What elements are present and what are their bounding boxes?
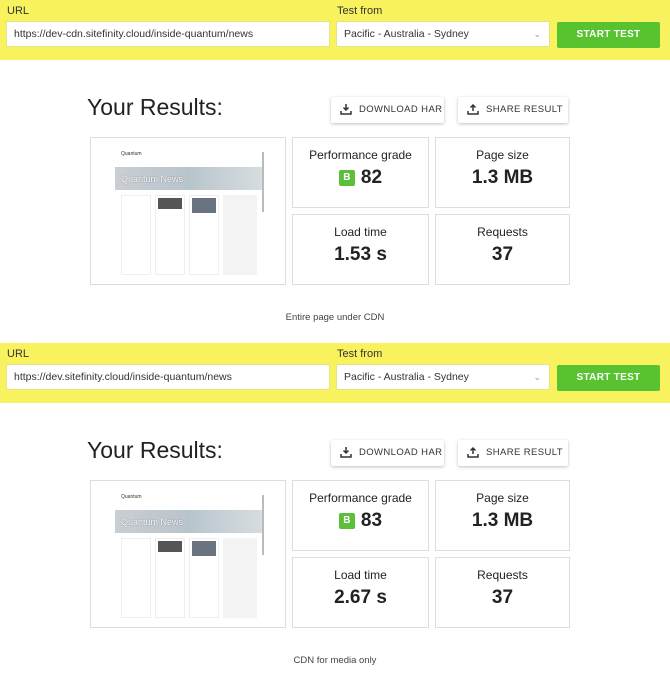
test-from-value: Pacific - Australia - Sydney <box>344 371 469 383</box>
load-time-label: Load time <box>334 225 387 239</box>
performance-score: 82 <box>360 167 383 188</box>
download-icon <box>340 104 352 115</box>
load-time-value: 1.53 s <box>334 244 387 265</box>
url-label: URL <box>7 5 30 17</box>
performance-grade-label: Performance grade <box>309 148 412 162</box>
test-section-media-cdn: URL https://dev.sitefinity.cloud/inside-… <box>0 343 670 690</box>
thumb-brand: Quantum <box>121 151 142 157</box>
test-from-select[interactable]: Pacific - Australia - Sydney ⌄ <box>336 21 550 47</box>
url-label: URL <box>7 348 30 360</box>
results-title: Your Results: <box>87 437 223 463</box>
load-time-label: Load time <box>334 568 387 582</box>
page-size-card: Page size 1.3 MB <box>435 480 570 551</box>
share-icon <box>467 103 479 115</box>
test-from-label: Test from <box>337 348 383 360</box>
load-time-value: 2.67 s <box>334 587 387 608</box>
test-form-band: URL https://dev.sitefinity.cloud/inside-… <box>0 343 670 403</box>
share-icon <box>467 446 479 458</box>
download-icon <box>340 447 352 458</box>
page-size-value: 1.3 MB <box>471 510 534 531</box>
thumb-brand: Quantum <box>121 494 142 500</box>
thumb-title: Quantum News <box>121 517 184 527</box>
grade-badge: B <box>338 513 355 529</box>
page-size-label: Page size <box>476 491 529 505</box>
requests-value: 37 <box>491 244 514 265</box>
result-caption: Entire page under CDN <box>285 312 385 323</box>
share-result-button[interactable]: SHARE RESULT <box>458 97 568 123</box>
page-size-card: Page size 1.3 MB <box>435 137 570 208</box>
performance-score: 83 <box>360 510 383 531</box>
requests-card: Requests 37 <box>435 214 570 285</box>
result-caption: CDN for media only <box>293 655 377 666</box>
requests-label: Requests <box>477 225 528 239</box>
test-section-cdn: URL https://dev-cdn.sitefinity.cloud/ins… <box>0 0 670 343</box>
performance-grade-card: Performance grade B 82 <box>292 137 429 208</box>
performance-grade-label: Performance grade <box>309 491 412 505</box>
share-result-label: SHARE RESULT <box>486 447 563 458</box>
chevron-down-icon: ⌄ <box>533 372 541 382</box>
page-screenshot-thumbnail: Quantum Quantum News <box>90 480 286 628</box>
results-title: Your Results: <box>87 94 223 120</box>
grade-badge: B <box>338 170 355 186</box>
download-har-label: DOWNLOAD HAR <box>359 447 443 458</box>
test-form-band: URL https://dev-cdn.sitefinity.cloud/ins… <box>0 0 670 60</box>
thumb-title: Quantum News <box>121 174 184 184</box>
url-input[interactable]: https://dev-cdn.sitefinity.cloud/inside-… <box>6 21 330 47</box>
chevron-down-icon: ⌄ <box>533 29 541 39</box>
requests-value: 37 <box>491 587 514 608</box>
download-har-button[interactable]: DOWNLOAD HAR <box>331 97 444 123</box>
share-result-label: SHARE RESULT <box>486 104 563 115</box>
test-from-value: Pacific - Australia - Sydney <box>344 28 469 40</box>
requests-card: Requests 37 <box>435 557 570 628</box>
load-time-card: Load time 1.53 s <box>292 214 429 285</box>
page-screenshot-thumbnail: Quantum Quantum News <box>90 137 286 285</box>
requests-label: Requests <box>477 568 528 582</box>
test-from-select[interactable]: Pacific - Australia - Sydney ⌄ <box>336 364 550 390</box>
download-har-button[interactable]: DOWNLOAD HAR <box>331 440 444 466</box>
share-result-button[interactable]: SHARE RESULT <box>458 440 568 466</box>
page-size-value: 1.3 MB <box>471 167 534 188</box>
performance-grade-card: Performance grade B 83 <box>292 480 429 551</box>
page-size-label: Page size <box>476 148 529 162</box>
download-har-label: DOWNLOAD HAR <box>359 104 443 115</box>
load-time-card: Load time 2.67 s <box>292 557 429 628</box>
start-test-button[interactable]: START TEST <box>557 22 660 48</box>
url-input[interactable]: https://dev.sitefinity.cloud/inside-quan… <box>6 364 330 390</box>
start-test-button[interactable]: START TEST <box>557 365 660 391</box>
test-from-label: Test from <box>337 5 383 17</box>
